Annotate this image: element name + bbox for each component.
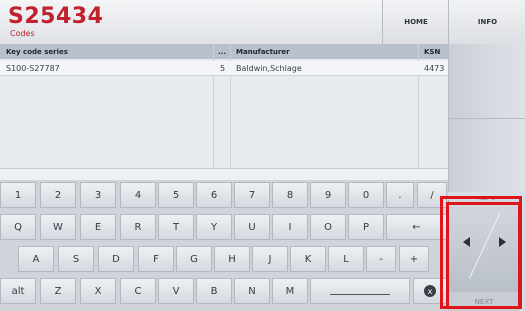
key[interactable]: 5	[158, 182, 194, 208]
key[interactable]: M	[272, 278, 308, 304]
column-key-code-series[interactable]: Key code series	[6, 48, 68, 56]
key[interactable]: X	[80, 278, 116, 304]
page-subtitle: Codes	[10, 29, 35, 38]
home-button[interactable]: HOME	[382, 0, 449, 44]
key[interactable]: 4	[120, 182, 156, 208]
side-divider	[448, 118, 525, 119]
table-header: Key code series ... Manufacturer KSN	[0, 44, 448, 59]
key[interactable]: U	[234, 214, 270, 240]
key[interactable]: C	[120, 278, 156, 304]
page-title: S25434	[8, 4, 104, 29]
cell-ksn: 4473	[424, 64, 445, 73]
key[interactable]: H	[214, 246, 250, 272]
table-row[interactable]: S100-S27787 5 Baldwin,Schlage 4473	[0, 61, 448, 76]
highlight-box-inner	[446, 202, 521, 309]
key[interactable]: +	[399, 246, 429, 272]
key[interactable]: S	[58, 246, 94, 272]
key[interactable]: G	[176, 246, 212, 272]
column-ksn[interactable]: KSN	[424, 48, 440, 56]
key[interactable]: N	[234, 278, 270, 304]
space-bar-icon	[330, 293, 390, 295]
cell-count: 5	[220, 64, 226, 73]
cell-manufacturer: Baldwin,Schlage	[236, 64, 302, 73]
column-manufacturer[interactable]: Manufacturer	[236, 48, 290, 56]
key[interactable]: 1	[0, 182, 36, 208]
key[interactable]: J	[252, 246, 288, 272]
key[interactable]: 8	[272, 182, 308, 208]
backspace-key[interactable]: ←	[386, 214, 447, 240]
key[interactable]: 3	[80, 182, 116, 208]
key[interactable]: 6	[196, 182, 232, 208]
machine-screen: S25434 Codes HOME INFO Key code series .…	[0, 0, 525, 311]
key[interactable]: 7	[234, 182, 270, 208]
key[interactable]: P	[348, 214, 384, 240]
key[interactable]: 2	[40, 182, 76, 208]
key[interactable]: B	[196, 278, 232, 304]
header: S25434 Codes	[0, 0, 448, 45]
cell-series: S100-S27787	[6, 64, 60, 73]
clear-x-icon: x	[424, 285, 436, 297]
info-button[interactable]: INFO	[448, 0, 525, 44]
key[interactable]: D	[98, 246, 134, 272]
key[interactable]: O	[310, 214, 346, 240]
key[interactable]: Y	[196, 214, 232, 240]
key[interactable]: -	[366, 246, 396, 272]
key[interactable]: R	[120, 214, 156, 240]
key[interactable]: A	[18, 246, 54, 272]
key[interactable]: Z	[40, 278, 76, 304]
space-key[interactable]	[310, 278, 410, 304]
key[interactable]: 0	[348, 182, 384, 208]
key[interactable]: L	[328, 246, 364, 272]
key[interactable]: F	[138, 246, 174, 272]
key[interactable]: I	[272, 214, 308, 240]
alt-key[interactable]: alt	[0, 278, 36, 304]
key[interactable]: Q	[0, 214, 36, 240]
on-screen-keyboard: 1 2 3 4 5 6 7 8 9 0 . / Q W E R T Y U I …	[0, 180, 448, 311]
key[interactable]: T	[158, 214, 194, 240]
codes-table: Key code series ... Manufacturer KSN S10…	[0, 44, 448, 168]
key[interactable]: W	[40, 214, 76, 240]
key[interactable]: 9	[310, 182, 346, 208]
column-count[interactable]: ...	[218, 48, 226, 56]
key[interactable]: E	[80, 214, 116, 240]
key[interactable]: V	[158, 278, 194, 304]
key[interactable]: K	[290, 246, 326, 272]
key[interactable]: .	[386, 182, 414, 208]
